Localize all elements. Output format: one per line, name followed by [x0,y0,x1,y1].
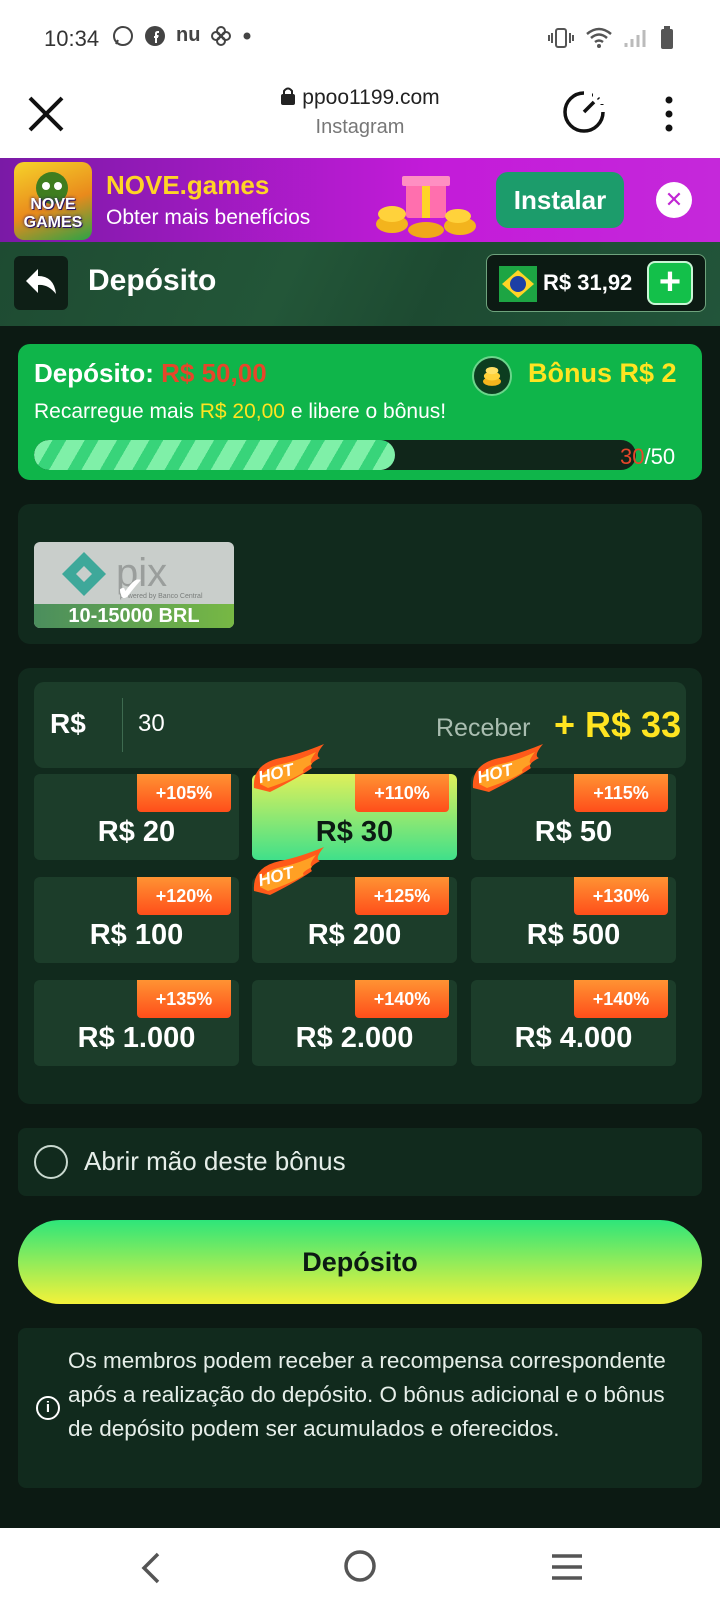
url-text: ppoo1199.com [302,86,440,109]
bonus-percent-badge: +105% [137,774,231,812]
bonus-message: Recarregue mais R$ 20,00 e libere o bônu… [34,400,447,423]
back-button[interactable] [14,256,68,310]
deposit-bonus-card: Depósito: R$ 50,00 Bônus R$ 2 Recarregue… [18,344,702,480]
nubank-icon: nu [176,24,201,46]
signal-icon [624,30,646,47]
amount-option-label: R$ 2.000 [295,1022,414,1054]
nove-games-logo: NOVE GAMES [14,162,92,240]
svg-text:HOT: HOT [256,760,297,788]
more-options-icon[interactable] [664,96,674,132]
system-nav-bar [0,1528,720,1608]
amount-option-label: R$ 1.000 [77,1022,196,1054]
lock-icon [281,87,296,105]
browser-toolbar: ppoo1199.com Instagram [0,80,720,158]
amount-input-box: R$ Receber + R$ 33 [34,682,686,768]
waive-bonus-label: Abrir mão deste bônus [84,1146,346,1176]
status-time: 10:34 [44,26,100,51]
payment-method-card: pix powered by Banco Central ✔ 10-15000 … [18,504,702,644]
pinwheel-icon [211,25,232,46]
progress-label: 30/50 [620,444,676,469]
bonus-progress-bar [34,440,636,470]
svg-text:HOT: HOT [256,863,297,891]
amount-option-label: R$ 30 [315,816,394,848]
pix-method-option[interactable]: pix powered by Banco Central ✔ 10-15000 … [34,542,234,628]
notification-icons: nu [112,24,252,47]
bonus-percent-badge: +125% [355,877,449,915]
bonus-percent-badge: +135% [137,980,231,1018]
bonus-remaining-amount: R$ 20,00 [199,400,285,423]
receive-value: + R$ 33 [554,704,682,745]
currency-label: R$ [50,708,86,739]
amount-option[interactable]: +140% R$ 2.000 [252,980,457,1066]
pix-range: 10-15000 BRL [34,604,234,628]
svg-text:HOT: HOT [475,760,516,788]
promo-title: NOVE.games [106,170,270,200]
battery-icon [661,26,673,49]
waive-bonus-option[interactable]: Abrir mão deste bônus [18,1128,702,1196]
deposit-button[interactable]: Depósito [18,1220,702,1304]
dot-icon [243,32,251,39]
bonus-percent-badge: +140% [355,980,449,1018]
hot-flame-badge: HOT [253,744,324,792]
page-title: Depósito [88,264,217,297]
close-banner-icon[interactable]: ✕ [656,182,692,218]
nav-home-icon[interactable] [342,1548,378,1584]
facebook-icon [145,25,165,46]
app-install-banner: NOVE GAMES NOVE.games Obter mais benefíc… [0,158,720,242]
gold-coins-icon [472,356,512,396]
install-button[interactable]: Instalar [496,172,624,228]
amount-option[interactable]: +105% R$ 20 [34,774,239,860]
page-header: Depósito R$ 31,92 + [0,242,720,326]
status-bar: 10:34 nu [0,0,720,80]
deposit-label: Depósito: [34,358,154,388]
amount-option-label: R$ 50 [534,816,613,848]
nav-recents-icon[interactable] [550,1552,584,1582]
promo-subtitle: Obter mais benefícios [106,206,311,229]
hot-flame-badge: HOT [472,744,543,792]
amount-option-label: R$ 4.000 [514,1022,633,1054]
amount-option-label: R$ 200 [307,919,402,951]
timer-icon[interactable] [562,90,606,134]
amount-option[interactable]: +140% R$ 4.000 [471,980,676,1066]
amount-option[interactable]: +120% R$ 100 [34,877,239,963]
amount-option-label: R$ 20 [97,816,176,848]
waive-bonus-radio[interactable] [34,1145,68,1179]
balance-amount: R$ 31,92 [543,270,633,295]
browser-source: Instagram [315,116,405,138]
receive-label: Receber [436,714,531,742]
vibrate-icon [548,28,574,48]
bonus-percent-badge: +140% [574,980,668,1018]
amount-option-label: R$ 500 [526,919,621,951]
hot-flame-badge: HOT [253,847,324,895]
bonus-percent-badge: +110% [355,774,449,812]
deposit-summary: Depósito: R$ 50,00 [34,358,267,389]
info-card: i Os membros podem receber a recompensa … [18,1328,702,1488]
gift-coins-icon [376,176,476,238]
wifi-icon [586,27,612,48]
url-display[interactable]: ppoo1199.com [0,86,720,110]
amount-input[interactable] [138,710,338,738]
amount-option[interactable]: +135% R$ 1.000 [34,980,239,1066]
deposit-value: R$ 50,00 [161,358,267,388]
back-arrow-icon [26,269,56,294]
bonus-percent-badge: +130% [574,877,668,915]
whatsapp-icon [113,25,133,46]
add-funds-button[interactable]: + [647,261,693,305]
balance-widget: R$ 31,92 + [486,254,706,312]
bonus-progress-fill [34,440,396,470]
system-icons [548,26,674,50]
bonus-percent-badge: +120% [137,877,231,915]
bonus-percent-badge: +115% [574,774,668,812]
info-text: Os membros podem receber a recompensa co… [68,1348,666,1441]
amount-option[interactable]: +130% R$ 500 [471,877,676,963]
info-icon: i [36,1396,60,1420]
amount-option-label: R$ 100 [89,919,184,951]
amount-selection-card: R$ Receber + R$ 33 +105% R$ 20 +110% R$ 30 H… [18,668,702,1104]
brazil-flag-icon [499,266,537,302]
input-divider [122,698,123,752]
nav-back-icon[interactable] [140,1550,162,1586]
bonus-amount: Bônus R$ 2 [528,358,677,388]
